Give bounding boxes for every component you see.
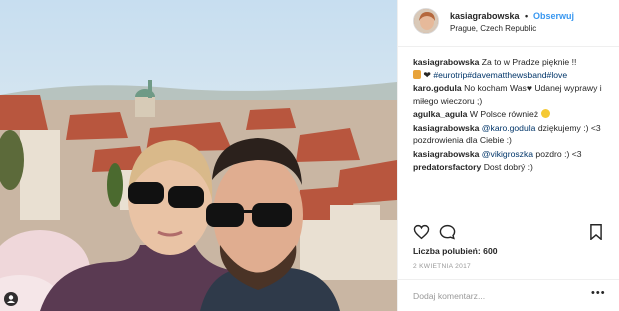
username-link[interactable]: kasiagrabowska: [450, 11, 520, 21]
heart-icon[interactable]: [413, 224, 430, 242]
comment-username[interactable]: karo.godula: [413, 83, 462, 93]
post-header: kasiagrabowska • Obserwuj Prague, Czech …: [398, 0, 619, 47]
avatar[interactable]: [413, 8, 439, 34]
wink-emoji-icon: [540, 109, 550, 118]
likes-count[interactable]: Liczba polubień: 600: [413, 246, 498, 256]
user-tag-icon[interactable]: [4, 292, 18, 306]
comment-icon[interactable]: [439, 224, 456, 242]
comment-item: kasiagrabowska @karo.godula dziękujemy :…: [413, 122, 611, 147]
comment-list: kasiagrabowska Za to w Pradze pięknie !!…: [413, 56, 611, 175]
mention-link[interactable]: @karo.godula: [482, 123, 536, 133]
comment-text: Za to w Pradze pięknie !!: [481, 57, 577, 67]
more-options-button[interactable]: •••: [591, 287, 606, 299]
bookmark-icon[interactable]: [589, 224, 603, 242]
comment-item: kasiagrabowska @vikigroszka pozdro :) <3: [413, 148, 611, 161]
comment-item: predatorsfactory Dost dobrý :): [413, 161, 611, 174]
comment-username[interactable]: kasiagrabowska: [413, 57, 479, 67]
heart-emoji-icon: ❤: [423, 69, 431, 80]
comment-text: W Polsce również: [469, 109, 539, 119]
comment-username[interactable]: predatorsfactory: [413, 162, 481, 172]
comment-text: pozdro :) <3: [535, 148, 582, 159]
post-photo[interactable]: [0, 0, 397, 311]
beer-emoji-icon: [413, 69, 421, 79]
comment-username[interactable]: kasiagrabowska: [413, 149, 479, 159]
mention-link[interactable]: @vikigroszka: [482, 149, 533, 159]
comment-input[interactable]: Dodaj komentarz...: [413, 291, 485, 301]
comment-username[interactable]: agulka_agula: [413, 109, 467, 119]
follow-button[interactable]: Obserwuj: [533, 11, 574, 21]
post-date: 2 KWIETNIA 2017: [413, 263, 472, 270]
comment-item: karo.godula No kocham Was♥ Udanej wypraw…: [413, 82, 611, 107]
location-link[interactable]: Prague, Czech Republic: [450, 24, 536, 33]
comment-item: agulka_agula W Polsce również: [413, 108, 611, 121]
separator-dot: •: [525, 11, 529, 21]
post-sidebar: kasiagrabowska • Obserwuj Prague, Czech …: [397, 0, 619, 311]
comment-username[interactable]: kasiagrabowska: [413, 123, 479, 133]
comment-text: Dost dobrý :): [483, 162, 533, 172]
action-bar: [413, 224, 609, 242]
comment-caption: kasiagrabowska Za to w Pradze pięknie !!…: [413, 56, 611, 81]
hashtag-links[interactable]: #eurotrip#davematthewsband#love: [433, 70, 567, 80]
add-comment-bar: Dodaj komentarz... •••: [398, 279, 619, 311]
